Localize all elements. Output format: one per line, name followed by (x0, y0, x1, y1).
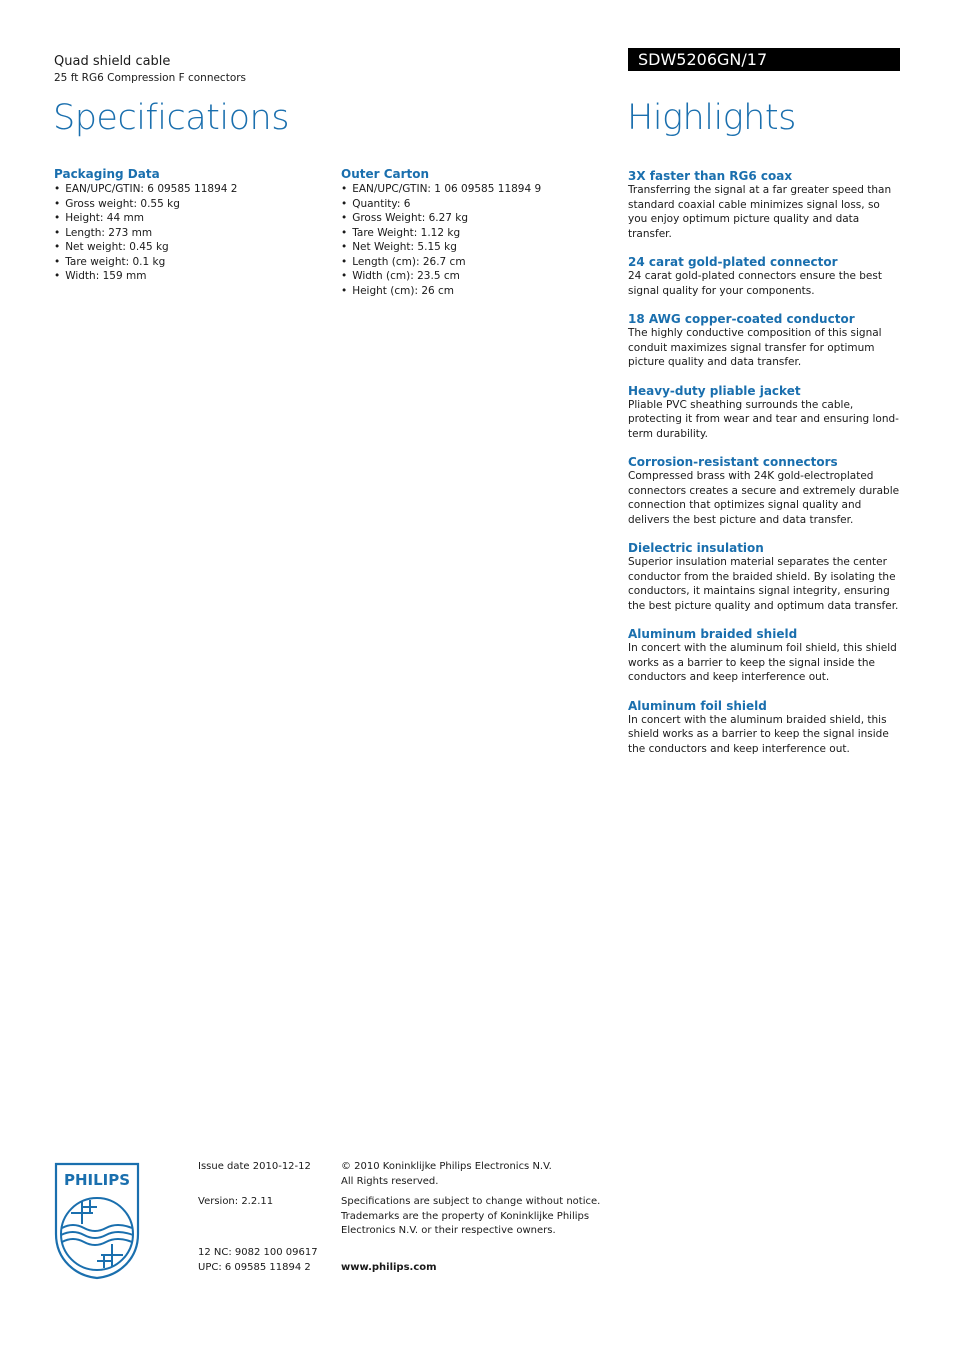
spec-item: Quantity: 6 (341, 197, 611, 212)
spec-list: EAN/UPC/GTIN: 1 06 09585 11894 9 Quantit… (341, 182, 611, 298)
version: Version: 2.2.11 (198, 1196, 274, 1207)
spec-item: Width (cm): 23.5 cm (341, 269, 611, 284)
legal-notice-line: Trademarks are the property of Koninklij… (341, 1210, 590, 1222)
highlight-item: Heavy-duty pliable jacket Pliable PVC sh… (628, 384, 900, 442)
highlight-body: Transferring the signal at a far greater… (628, 184, 892, 240)
spec-item: EAN/UPC/GTIN: 6 09585 11894 2 (54, 182, 324, 197)
svg-text:PHILIPS: PHILIPS (64, 1171, 130, 1189)
highlight-body: Compressed brass with 24K gold-electropl… (628, 470, 900, 526)
spec-section-packaging-data: Packaging Data EAN/UPC/GTIN: 6 09585 118… (54, 167, 324, 284)
highlight-item: Dielectric insulation Superior insulatio… (628, 541, 900, 613)
highlight-item: 24 carat gold-plated connector 24 carat … (628, 255, 900, 298)
highlight-item: 18 AWG copper-coated conductor The highl… (628, 312, 900, 370)
copyright-line: © 2010 Koninklijke Philips Electronics N… (341, 1161, 552, 1172)
website-link[interactable]: www.philips.com (341, 1261, 437, 1276)
highlight-item: Aluminum braided shield In concert with … (628, 627, 900, 685)
highlight-body: Superior insulation material separates t… (628, 556, 899, 612)
highlight-body: 24 carat gold-plated connectors ensure t… (628, 270, 882, 297)
spec-item: EAN/UPC/GTIN: 1 06 09585 11894 9 (341, 182, 611, 197)
highlight-heading: Aluminum braided shield (628, 627, 798, 641)
spec-section-outer-carton: Outer Carton EAN/UPC/GTIN: 1 06 09585 11… (341, 167, 611, 298)
copyright: © 2010 Koninklijke Philips Electronics N… (341, 1160, 601, 1189)
legal-notice-line: Electronics N.V. or their respective own… (341, 1225, 556, 1236)
highlight-heading: Dielectric insulation (628, 541, 764, 555)
spec-item: Height: 44 mm (54, 211, 324, 226)
highlight-item: Aluminum foil shield In concert with the… (628, 699, 900, 757)
philips-shield-logo-icon: PHILIPS (54, 1162, 140, 1280)
highlights-title: Highlights (627, 98, 796, 138)
highlight-body: In concert with the aluminum braided shi… (628, 713, 889, 755)
highlights-list: 3X faster than RG6 coax Transferring the… (628, 169, 900, 770)
spec-list: EAN/UPC/GTIN: 6 09585 11894 2 Gross weig… (54, 182, 324, 284)
model-number-bar: SDW5206GN/17 (628, 48, 900, 71)
highlight-body: In concert with the aluminum foil shield… (628, 642, 897, 683)
highlight-heading: 18 AWG copper-coated conductor (628, 312, 855, 326)
twelve-nc: 12 NC: 9082 100 09617 (198, 1247, 318, 1258)
highlight-body: The highly conductive composition of thi… (628, 327, 882, 368)
legal-notice: Specifications are subject to change wit… (341, 1195, 601, 1239)
spec-item: Net weight: 0.45 kg (54, 240, 324, 255)
legal-notice-line: Specifications are subject to change wit… (341, 1196, 601, 1207)
spec-item: Gross Weight: 6.27 kg (341, 211, 611, 226)
highlight-heading: Aluminum foil shield (628, 698, 767, 713)
highlight-item: Corrosion-resistant connectors Compresse… (628, 455, 900, 527)
product-subtitle: 25 ft RG6 Compression F connectors (54, 72, 247, 84)
spec-item: Tare Weight: 1.12 kg (341, 226, 611, 241)
highlight-body: Pliable PVC sheathing surrounds the cabl… (628, 398, 899, 440)
spec-item: Length: 273 mm (54, 226, 324, 241)
spec-section-heading: Outer Carton (341, 167, 430, 181)
specifications-title: Specifications (53, 98, 289, 138)
upc: UPC: 6 09585 11894 2 (198, 1262, 311, 1273)
spec-item: Width: 159 mm (54, 269, 324, 284)
highlight-heading: Corrosion-resistant connectors (628, 455, 838, 469)
spec-item: Height (cm): 26 cm (341, 284, 611, 299)
highlight-item: 3X faster than RG6 coax Transferring the… (628, 169, 900, 241)
copyright-line: All Rights reserved. (341, 1175, 439, 1187)
highlight-heading: 24 carat gold-plated connector (628, 255, 838, 269)
product-name: Quad shield cable (54, 54, 171, 69)
highlight-heading: 3X faster than RG6 coax (628, 169, 793, 183)
spec-item: Length (cm): 26.7 cm (341, 255, 611, 270)
spec-section-heading: Packaging Data (54, 167, 160, 181)
highlight-heading: Heavy-duty pliable jacket (628, 383, 801, 398)
spec-item: Gross weight: 0.55 kg (54, 197, 324, 212)
spec-item: Tare weight: 0.1 kg (54, 255, 324, 270)
issue-date: Issue date 2010-12-12 (198, 1161, 311, 1172)
spec-item: Net Weight: 5.15 kg (341, 240, 611, 255)
